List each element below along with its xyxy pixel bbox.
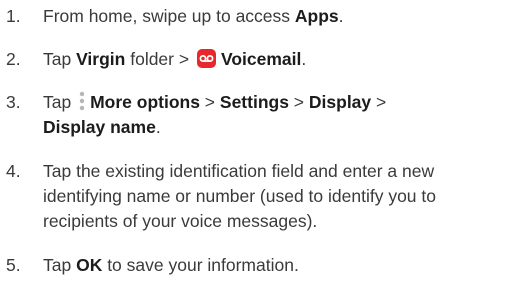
period: . [155,117,161,137]
step-number: 4. [6,161,21,181]
step-number: 3. [6,92,21,112]
separator: > [371,92,387,112]
more-options-icon [78,91,86,111]
voicemail-label: Voicemail [220,49,302,69]
period: . [301,49,307,69]
step-text-line-1: Tap More options > Settings > Display > [43,89,519,115]
step-text-plain: Tap [43,92,77,112]
step-text-line-2: Display name. [43,114,519,140]
apps-label: Apps [294,6,339,26]
step-text-plain: From home, swipe up to access [43,6,295,26]
virgin-folder-label: Virgin [76,49,126,69]
settings-label: Settings [219,92,289,112]
separator: > [199,92,220,112]
voicemail-app-icon [196,49,216,68]
step-number: 1. [6,6,21,26]
folder-word: folder [125,49,174,69]
ok-label: OK [76,255,103,275]
step-number: 5. [6,255,21,275]
period: . [338,6,344,26]
step-text: Tap Virgin folder > Voicemail. [43,46,519,72]
display-name-label: Display name [43,117,156,137]
separator: > [174,49,194,69]
step-number: 2. [6,49,21,69]
display-label: Display [308,92,372,112]
more-options-label: More options [90,92,200,112]
separator: > [288,92,309,112]
step-text-plain: Tap [43,255,77,275]
step-text-line-2: identifying name or number (used to iden… [43,186,436,206]
step-text-plain: to save your information. [102,255,299,275]
step-text: From home, swipe up to access Apps. [43,3,519,29]
step-text-line-1: Tap the existing identification field an… [43,161,435,181]
step-text: Tap OK to save your information. [43,252,519,278]
step-text-plain: Tap [43,49,77,69]
step-text-line-3: recipients of your voice messages). [43,211,318,231]
